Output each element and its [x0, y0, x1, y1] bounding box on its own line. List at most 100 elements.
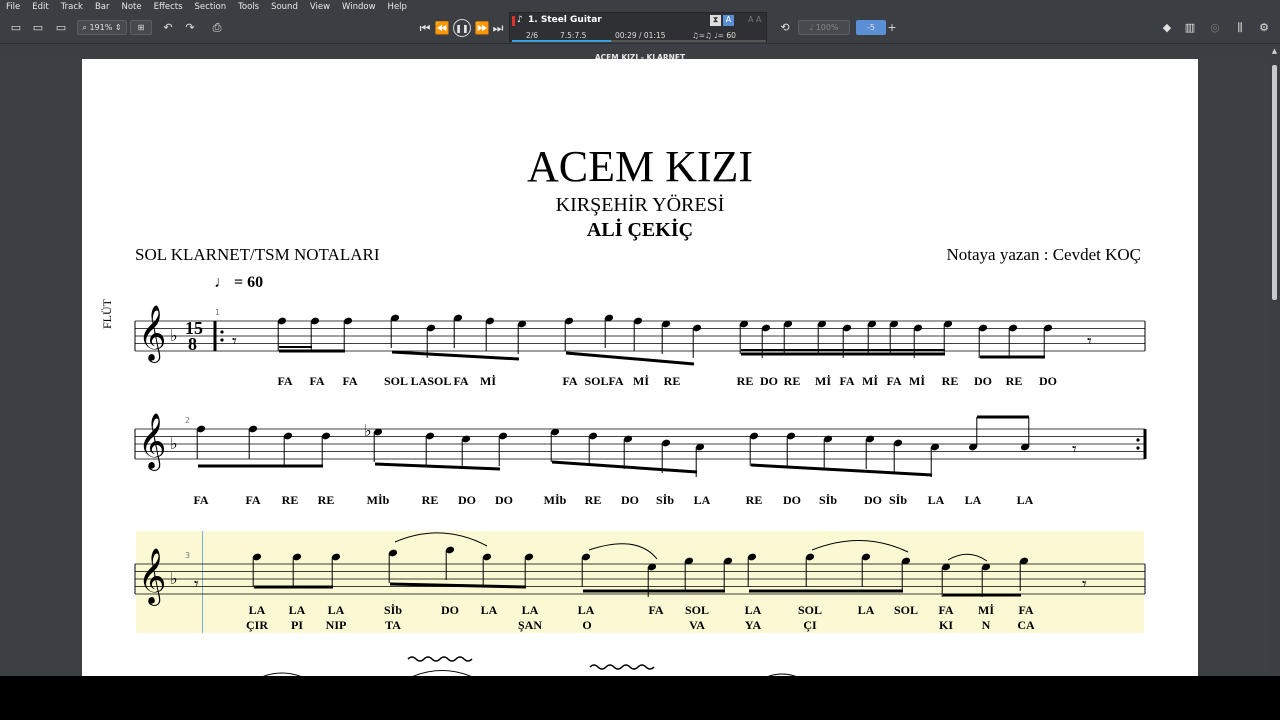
lyric-syllable: RE — [421, 493, 439, 507]
lyric-syllable: LA — [577, 603, 595, 617]
print-icon[interactable]: ⎙ — [209, 20, 225, 35]
lyric-syllable: Sİb — [888, 493, 908, 507]
lyric-syllable: FA — [886, 374, 902, 388]
eighth-rest: 𝄾 — [194, 574, 199, 595]
lyric-syllable: FA — [648, 603, 664, 617]
scrollbar-thumb[interactable] — [1272, 65, 1277, 300]
lyric-syllable: Mİb — [366, 493, 390, 507]
beam — [750, 463, 933, 477]
lyric-syllable: DO — [441, 603, 459, 617]
menu-help[interactable]: Help — [388, 2, 407, 12]
menu-effects[interactable]: Effects — [154, 2, 183, 12]
menu-track[interactable]: Track — [61, 2, 83, 12]
lyric-syllable: DO — [760, 374, 778, 388]
score-notation[interactable]: 𝄞 ♭ 158 𝄾1𝄾𝄞 ♭2♭𝄾𝄞 ♭3𝄾 𝄾 — [82, 59, 1198, 676]
measure-number-1: 1 — [215, 308, 220, 317]
zoom-control[interactable]: ⌕ 191% ⇕ — [77, 20, 127, 35]
lyric-syllable: DO — [1039, 374, 1057, 388]
font-size-icon[interactable]: A A — [748, 15, 762, 24]
track-position: 2/6 — [526, 31, 539, 40]
menu-bar-item[interactable]: Bar — [95, 2, 110, 12]
scroll-up-icon[interactable]: ▲ — [1270, 47, 1279, 56]
lyric-syllable: RE — [745, 493, 763, 507]
fast-forward-icon[interactable]: ⏩ — [474, 18, 490, 38]
lyric-syllable: SOL — [797, 603, 823, 617]
lyric-syllable: Mİ — [633, 374, 649, 388]
key-flat-3: ♭ — [170, 569, 178, 588]
layout-button[interactable]: ⊞ — [130, 20, 152, 35]
track-time: 00:29 / 01:15 — [615, 31, 666, 40]
lyric-syllable: FA — [839, 374, 855, 388]
lyric-syllable: DO — [864, 493, 882, 507]
slur — [412, 670, 472, 676]
lyric-syllable: RE — [941, 374, 959, 388]
lyric-syllable: SOL — [684, 603, 710, 617]
lyric-syllable: DO — [621, 493, 639, 507]
lyric-syllable: RE — [317, 493, 335, 507]
keyboard-icon[interactable]: ▥ — [1182, 20, 1198, 35]
text-mode-icon[interactable]: A — [723, 15, 734, 26]
menu-edit[interactable]: Edit — [32, 2, 48, 12]
eighth-rest: 𝄾 — [1082, 574, 1087, 595]
lyric-syllable: SOL — [383, 374, 409, 388]
beam — [374, 462, 501, 471]
lyric-syllable: LA — [927, 493, 945, 507]
menu-window[interactable]: Window — [342, 2, 376, 12]
track-name: 1. Steel Guitar — [528, 15, 602, 25]
panel-right-icon[interactable]: ▭ — [53, 20, 69, 35]
lyric-syllable: YA — [744, 618, 762, 632]
key-flat-1: ♭ — [170, 326, 178, 345]
hourglass-icon[interactable]: ⧗ — [710, 15, 721, 26]
track-display[interactable]: ♪ 1. Steel Guitar 2/6 7.5:7.5 00:29 / 01… — [509, 12, 767, 42]
panel-bottom-icon[interactable]: ▭ — [30, 20, 46, 35]
measure-number-3: 3 — [185, 551, 190, 560]
lyric-syllable: Sİb — [655, 493, 675, 507]
drum-icon[interactable]: ◎ — [1207, 20, 1223, 35]
lyric-syllable: NIP — [325, 618, 347, 632]
playback-progress[interactable] — [512, 40, 766, 42]
lyric-syllable: N — [981, 618, 991, 632]
slur — [262, 672, 302, 676]
trill-mark — [589, 664, 655, 670]
undo-icon[interactable]: ↶ — [160, 20, 176, 35]
lyric-syllable: VA — [689, 618, 705, 632]
settings-icon[interactable]: ⚙ — [1256, 20, 1272, 35]
menu-view[interactable]: View — [310, 2, 330, 12]
menu-file[interactable]: File — [6, 2, 20, 12]
repeat-dot — [220, 330, 224, 334]
trill-mark — [407, 656, 473, 662]
go-end-icon[interactable]: ⏭ — [491, 18, 505, 38]
plus-icon[interactable]: + — [886, 20, 898, 35]
lyric-syllable: O — [582, 618, 592, 632]
lyric-syllable: FA — [453, 374, 469, 388]
metronome-icon[interactable]: ◆ — [1159, 20, 1175, 35]
speed-control[interactable]: ♩ 100% — [798, 20, 850, 35]
transpose-control[interactable]: -5 — [856, 20, 886, 35]
redo-icon[interactable]: ↷ — [182, 20, 198, 35]
repeat-dot — [1136, 438, 1140, 442]
vertical-scrollbar[interactable]: ▲ — [1269, 45, 1280, 676]
pause-button[interactable]: ❚❚ — [452, 18, 472, 38]
lyric-syllable: FA — [277, 374, 293, 388]
lyric-syllable: FA — [342, 374, 358, 388]
menu-sound[interactable]: Sound — [271, 2, 298, 12]
lyric-syllable: DO — [458, 493, 476, 507]
lyric-syllable: RE — [281, 493, 299, 507]
speed-value: 100% — [815, 23, 839, 32]
rewind-icon[interactable]: ⏪ — [434, 18, 450, 38]
lyric-syllable: LA — [857, 603, 875, 617]
lyric-syllable: LA — [327, 603, 345, 617]
loop-icon[interactable]: ⟲ — [776, 20, 794, 35]
track-tempo: ♫=♫ ♩= 60 — [692, 31, 736, 40]
playback-progress-fill — [512, 40, 612, 42]
menu-tools[interactable]: Tools — [238, 2, 259, 12]
go-start-icon[interactable]: ⏮ — [418, 18, 432, 38]
lyric-syllable: LA — [744, 603, 762, 617]
menu-note[interactable]: Note — [122, 2, 142, 12]
menu-section[interactable]: Section — [195, 2, 227, 12]
lyric-syllable: SOLFA — [584, 374, 624, 388]
lyric-syllable: Sİb — [383, 603, 403, 617]
lyric-syllable: PI — [291, 618, 303, 632]
panel-left-icon[interactable]: ▭ — [8, 20, 24, 35]
mixer-icon[interactable]: ⫼ — [1232, 20, 1248, 35]
